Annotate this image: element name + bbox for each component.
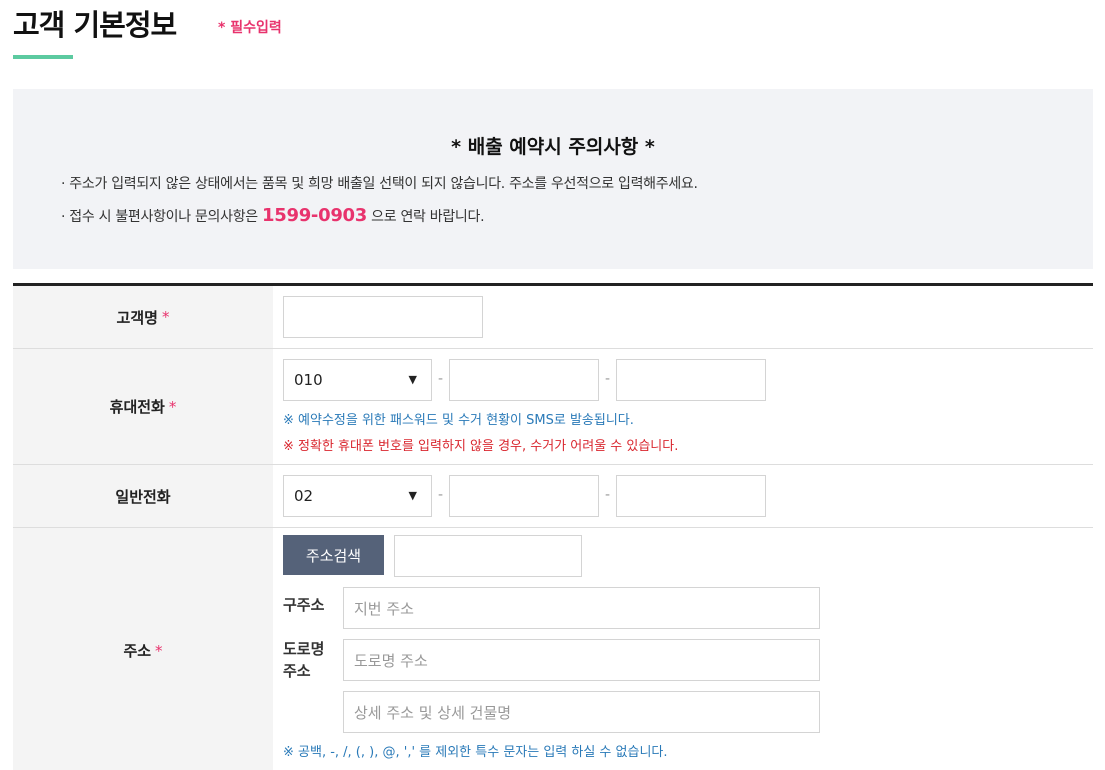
customer-form: 고객명 * 휴대전화 * 010 ▼ - - ※ 예약수정을 위한 패스워드 및 수… — [13, 283, 1093, 770]
address-special-char-info: ※ 공백, -, /, (, ), @, ',' 를 제외한 특수 문자는 입력… — [283, 745, 668, 760]
chevron-down-icon: ▼ — [408, 373, 417, 386]
road-address-label-line1: 도로명 — [283, 640, 325, 658]
notice-contact-suffix: 으로 연락 바랍니다. — [367, 209, 485, 225]
row-label-telephone: 일반전화 — [13, 465, 273, 527]
label-telephone: 일반전화 — [115, 487, 171, 506]
tel-last-input[interactable] — [616, 475, 766, 517]
label-address: 주소 — [123, 642, 152, 660]
notice-phone: 1599-0903 — [262, 205, 367, 226]
tel-dash-2: - — [605, 487, 611, 503]
mobile-dash-2: - — [605, 371, 611, 387]
row-address: 주소 * 주소검색 구주소 지번 주소 도로명 주소 도로명 주소 상세 주소 및… — [13, 528, 1093, 770]
mobile-dash-1: - — [438, 371, 444, 387]
detail-address-input[interactable]: 상세 주소 및 상세 건물명 — [343, 691, 820, 733]
road-address-label: 도로명 주소 — [283, 638, 324, 682]
row-body-mobile: 010 ▼ - - ※ 예약수정을 위한 패스워드 및 수거 현황이 SMS로 … — [273, 349, 1093, 464]
chevron-down-icon: ▼ — [408, 489, 417, 502]
tel-prefix-value: 02 — [294, 487, 314, 505]
mobile-warning-info: ※ 정확한 휴대폰 번호를 입력하지 않을 경우, 수거가 어려울 수 있습니다… — [283, 439, 679, 454]
row-mobile: 휴대전화 * 010 ▼ - - ※ 예약수정을 위한 패스워드 및 수거 현황이… — [13, 349, 1093, 465]
row-body-address: 주소검색 구주소 지번 주소 도로명 주소 도로명 주소 상세 주소 및 상세 … — [273, 528, 1093, 770]
customer-name-input[interactable] — [283, 296, 483, 338]
notice-contact-prefix: · 접수 시 불편사항이나 문의사항은 — [61, 209, 263, 225]
mobile-prefix-select[interactable]: 010 ▼ — [283, 359, 432, 401]
row-customer-name: 고객명 * — [13, 286, 1093, 349]
notice-line-address: · 주소가 입력되지 않은 상태에서는 품목 및 희망 배출일 선택이 되지 않… — [61, 176, 698, 192]
old-address-label: 구주소 — [283, 596, 325, 614]
label-mobile: 휴대전화 — [109, 398, 165, 416]
required-star: * — [161, 308, 170, 326]
tel-middle-input[interactable] — [449, 475, 599, 517]
row-label-address: 주소 * — [13, 528, 273, 770]
required-star: * — [155, 641, 163, 660]
row-label-customer-name: 고객명 * — [13, 286, 273, 348]
postal-code-input[interactable] — [394, 535, 582, 577]
address-search-button[interactable]: 주소검색 — [283, 535, 384, 575]
row-label-mobile: 휴대전화 * — [13, 349, 273, 464]
notice-box: * 배출 예약시 주의사항 * · 주소가 입력되지 않은 상태에서는 품목 및… — [13, 89, 1093, 269]
road-address-label-line2: 주소 — [283, 662, 311, 680]
old-address-input[interactable]: 지번 주소 — [343, 587, 820, 629]
label-customer-name: 고객명 — [116, 308, 158, 327]
required-note: * 필수입력 — [218, 20, 282, 36]
mobile-middle-input[interactable] — [449, 359, 599, 401]
row-body-telephone: 02 ▼ - - — [273, 465, 1093, 527]
mobile-prefix-value: 010 — [294, 371, 323, 389]
title-underline — [13, 55, 73, 59]
row-body-customer-name — [273, 286, 1093, 348]
page-title: 고객 기본정보 — [13, 8, 177, 42]
required-star: * — [168, 397, 177, 416]
notice-title: * 배출 예약시 주의사항 * — [451, 136, 655, 158]
tel-dash-1: - — [438, 487, 444, 503]
road-address-input[interactable]: 도로명 주소 — [343, 639, 820, 681]
row-telephone: 일반전화 02 ▼ - - — [13, 465, 1093, 528]
tel-prefix-select[interactable]: 02 ▼ — [283, 475, 432, 517]
mobile-sms-info: ※ 예약수정을 위한 패스워드 및 수거 현황이 SMS로 발송됩니다. — [283, 413, 634, 428]
notice-line-contact: · 접수 시 불편사항이나 문의사항은 1599-0903 으로 연락 바랍니다… — [61, 205, 485, 226]
mobile-last-input[interactable] — [616, 359, 766, 401]
